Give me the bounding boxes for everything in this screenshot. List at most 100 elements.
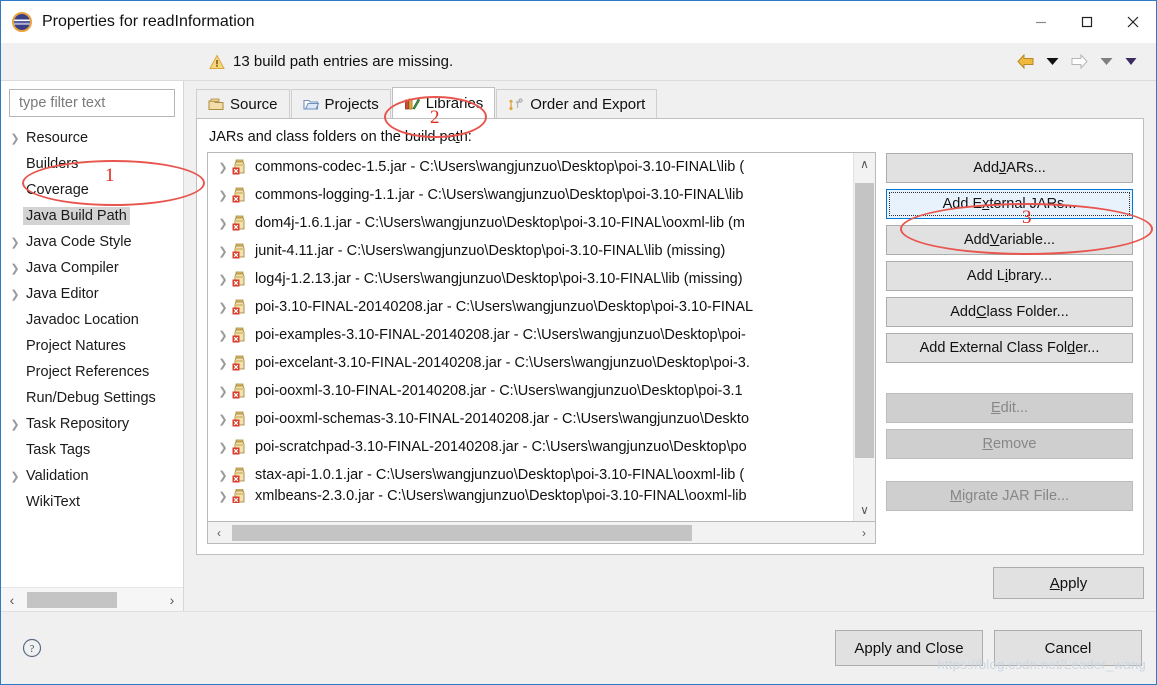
remove-button[interactable]: Remove xyxy=(886,429,1133,459)
scrollbar-thumb[interactable] xyxy=(27,591,117,608)
tab-order-and-export[interactable]: Order and Export xyxy=(496,89,658,118)
jar-error-icon xyxy=(232,299,245,315)
sidebar-item-project-references[interactable]: Project References xyxy=(1,359,183,385)
table-row[interactable]: ❯ stax-api-1.0.1.jar - C:\Users\wangjunz… xyxy=(208,461,853,489)
chevron-right-icon[interactable]: ❯ xyxy=(7,418,23,431)
chevron-right-icon[interactable]: ❯ xyxy=(7,470,23,483)
sidebar-item-java-editor[interactable]: ❯ Java Editor xyxy=(1,281,183,307)
add-variable-button[interactable]: Add Variable... xyxy=(886,225,1133,255)
forward-dropdown-icon[interactable] xyxy=(1095,54,1118,69)
dialog-footer: ? Apply and Close Cancel https://blog.cs… xyxy=(1,611,1156,684)
sidebar-item-wikitext[interactable]: WikiText xyxy=(1,489,183,515)
sidebar-item-task-repository[interactable]: ❯ Task Repository xyxy=(1,411,183,437)
scroll-down-icon[interactable]: ∨ xyxy=(854,499,875,521)
sidebar-item-run-debug-settings[interactable]: Run/Debug Settings xyxy=(1,385,183,411)
table-row[interactable]: ❯ dom4j-1.6.1.jar - C:\Users\wangjunzuo\… xyxy=(208,209,853,237)
libraries-books-icon xyxy=(404,97,420,110)
tab-source[interactable]: Source xyxy=(196,89,290,118)
back-dropdown-icon[interactable] xyxy=(1041,54,1064,69)
warning-triangle-icon xyxy=(209,53,225,69)
chevron-right-icon[interactable]: ❯ xyxy=(7,132,23,145)
scrollbar-track[interactable] xyxy=(854,175,875,499)
table-row[interactable]: ❯ junit-4.11.jar - C:\Users\wangjunzuo\D… xyxy=(208,237,853,265)
sidebar-item-builders[interactable]: Builders xyxy=(1,151,183,177)
sidebar-item-java-compiler[interactable]: ❯ Java Compiler xyxy=(1,255,183,281)
scrollbar-thumb[interactable] xyxy=(855,183,874,458)
chevron-right-icon[interactable]: ❯ xyxy=(7,288,23,301)
chevron-right-icon[interactable]: ❯ xyxy=(214,469,232,482)
jar-error-icon xyxy=(232,243,245,259)
add-external-jars-button[interactable]: Add Ex ternal JARs... xyxy=(886,189,1133,219)
help-question-icon[interactable]: ? xyxy=(21,637,43,659)
chevron-right-icon[interactable]: ❯ xyxy=(214,385,232,398)
navigation-arrows xyxy=(1012,51,1142,72)
chevron-right-icon[interactable]: ❯ xyxy=(214,273,232,286)
chevron-right-icon[interactable]: ❯ xyxy=(214,329,232,342)
sidebar-item-label: Resource xyxy=(26,130,89,146)
scroll-right-icon[interactable]: › xyxy=(161,592,183,608)
chevron-right-icon[interactable]: ❯ xyxy=(214,441,232,454)
filter-text-box[interactable] xyxy=(9,89,175,117)
view-menu-dropdown-icon[interactable] xyxy=(1120,54,1142,69)
scrollbar-thumb[interactable] xyxy=(232,524,692,541)
add-library-button[interactable]: Add Li brary... xyxy=(886,261,1133,291)
chevron-right-icon[interactable]: ❯ xyxy=(7,262,23,275)
tab-projects[interactable]: Projects xyxy=(290,89,391,118)
maximize-button[interactable] xyxy=(1064,1,1110,43)
table-row[interactable]: ❯ log4j-1.2.13.jar - C:\Users\wangjunzuo… xyxy=(208,265,853,293)
close-button[interactable] xyxy=(1110,1,1156,43)
sidebar-item-task-tags[interactable]: Task Tags xyxy=(1,437,183,463)
list-vertical-scrollbar[interactable]: ∧ ∨ xyxy=(853,153,875,521)
back-arrow-icon[interactable] xyxy=(1012,51,1039,72)
migrate-jar-file-button[interactable]: Migrate JAR File... xyxy=(886,481,1133,511)
sidebar-item-validation[interactable]: ❯ Validation xyxy=(1,463,183,489)
add-external-class-folder-button[interactable]: Add External Class Fol d er... xyxy=(886,333,1133,363)
jar-error-icon xyxy=(232,411,245,427)
chevron-right-icon[interactable]: ❯ xyxy=(7,236,23,249)
jar-error-icon xyxy=(232,439,245,455)
jars-list-box[interactable]: ❯ commons-codec-1.5.jar - C:\Users\wangj… xyxy=(207,152,876,522)
scroll-up-icon[interactable]: ∧ xyxy=(854,153,875,175)
list-horizontal-scrollbar[interactable]: ‹ › xyxy=(207,522,876,544)
table-row[interactable]: ❯ commons-logging-1.1.jar - C:\Users\wan… xyxy=(208,181,853,209)
tab-label: Libraries xyxy=(425,94,484,112)
table-row[interactable]: ❯ poi-ooxml-3.10-FINAL-20140208.jar - C:… xyxy=(208,377,853,405)
sidebar-item-coverage[interactable]: Coverage xyxy=(1,177,183,203)
apply-button[interactable]: Apply xyxy=(993,567,1144,599)
sidebar-item-resource[interactable]: ❯ Resource xyxy=(1,125,183,151)
edit-button[interactable]: Edit... xyxy=(886,393,1133,423)
add-jars-button[interactable]: Add J ARs... xyxy=(886,153,1133,183)
table-row[interactable]: ❯ commons-codec-1.5.jar - C:\Users\wangj… xyxy=(208,153,853,181)
sidebar-item-javadoc-location[interactable]: Javadoc Location xyxy=(1,307,183,333)
chevron-right-icon[interactable]: ❯ xyxy=(214,189,232,202)
scroll-right-icon[interactable]: › xyxy=(853,526,875,540)
chevron-right-icon[interactable]: ❯ xyxy=(214,357,232,370)
jar-entry-label: xmlbeans-2.3.0.jar - C:\Users\wangjunzuo… xyxy=(255,489,747,503)
watermark-text: https://blog.csdn.net/Leader_wang xyxy=(937,657,1146,672)
table-row[interactable]: ❯ poi-scratchpad-3.10-FINAL-20140208.jar… xyxy=(208,433,853,461)
list-and-buttons-area: ❯ commons-codec-1.5.jar - C:\Users\wangj… xyxy=(207,152,1133,544)
add-class-folder-button[interactable]: Add Class Folder... xyxy=(886,297,1133,327)
tab-libraries[interactable]: Libraries xyxy=(391,87,496,118)
sidebar-horizontal-scrollbar[interactable]: ‹ › xyxy=(1,587,183,611)
jars-list-rows: ❯ commons-codec-1.5.jar - C:\Users\wangj… xyxy=(208,153,853,521)
library-actions-panel: Add J ARs... Add Ex ternal JARs... Add Var… xyxy=(886,152,1133,544)
sidebar-item-java-build-path[interactable]: Java Build Path xyxy=(1,203,183,229)
table-row[interactable]: ❯ poi-examples-3.10-FINAL-20140208.jar -… xyxy=(208,321,853,349)
chevron-right-icon[interactable]: ❯ xyxy=(214,413,232,426)
minimize-button[interactable] xyxy=(1018,1,1064,43)
chevron-right-icon[interactable]: ❯ xyxy=(214,490,232,503)
filter-input[interactable] xyxy=(17,94,167,112)
chevron-right-icon[interactable]: ❯ xyxy=(214,245,232,258)
table-row[interactable]: ❯ poi-3.10-FINAL-20140208.jar - C:\Users… xyxy=(208,293,853,321)
scroll-left-icon[interactable]: ‹ xyxy=(1,592,23,608)
table-row[interactable]: ❯ poi-ooxml-schemas-3.10-FINAL-20140208.… xyxy=(208,405,853,433)
sidebar-item-project-natures[interactable]: Project Natures xyxy=(1,333,183,359)
table-row[interactable]: ❯ xmlbeans-2.3.0.jar - C:\Users\wangjunz… xyxy=(208,489,853,503)
chevron-right-icon[interactable]: ❯ xyxy=(214,217,232,230)
scroll-left-icon[interactable]: ‹ xyxy=(208,526,230,540)
sidebar-item-java-code-style[interactable]: ❯ Java Code Style xyxy=(1,229,183,255)
table-row[interactable]: ❯ poi-excelant-3.10-FINAL-20140208.jar -… xyxy=(208,349,853,377)
chevron-right-icon[interactable]: ❯ xyxy=(214,301,232,314)
chevron-right-icon[interactable]: ❯ xyxy=(214,161,232,174)
